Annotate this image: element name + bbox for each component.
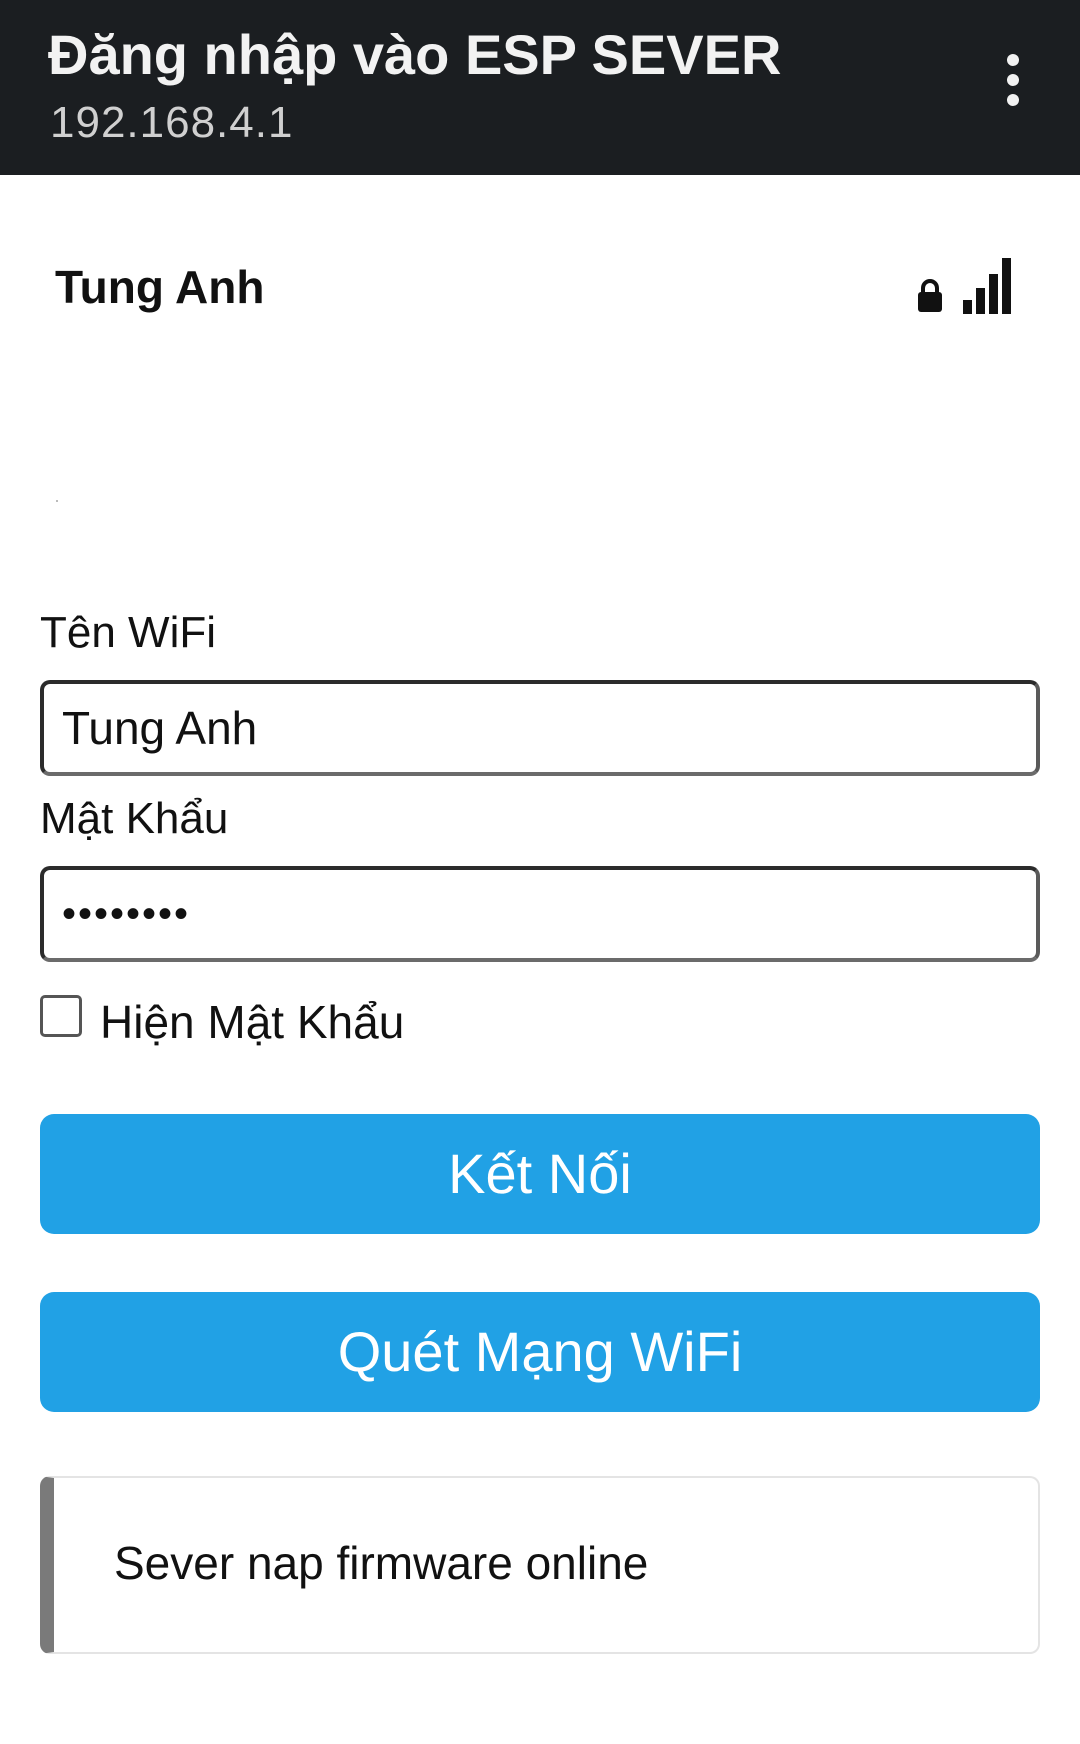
show-password-label[interactable]: Hiện Mật Khẩu	[100, 995, 404, 1049]
signal-bars-icon	[963, 258, 1011, 314]
connect-button[interactable]: Kết Nối	[40, 1114, 1040, 1234]
password-input[interactable]	[40, 866, 1040, 962]
network-item[interactable]: Tung Anh	[0, 230, 1080, 330]
network-name: Tung Anh	[55, 261, 265, 313]
firmware-server-text: Sever nap firmware online	[114, 1537, 649, 1589]
show-password-checkbox[interactable]	[40, 995, 82, 1037]
divider-dot	[56, 500, 58, 502]
scan-wifi-button[interactable]: Quét Mạng WiFi	[40, 1292, 1040, 1412]
firmware-server-card[interactable]: Sever nap firmware online	[40, 1476, 1040, 1654]
password-label: Mật Khẩu	[40, 794, 229, 843]
page-url: 192.168.4.1	[50, 98, 294, 147]
ssid-label: Tên WiFi	[40, 608, 216, 657]
page-title: Đăng nhập vào ESP SEVER	[48, 23, 782, 86]
app-header: Đăng nhập vào ESP SEVER 192.168.4.1	[0, 0, 1080, 175]
more-vertical-icon[interactable]	[985, 50, 1041, 110]
ssid-input[interactable]	[40, 680, 1040, 776]
lock-icon	[918, 279, 942, 312]
